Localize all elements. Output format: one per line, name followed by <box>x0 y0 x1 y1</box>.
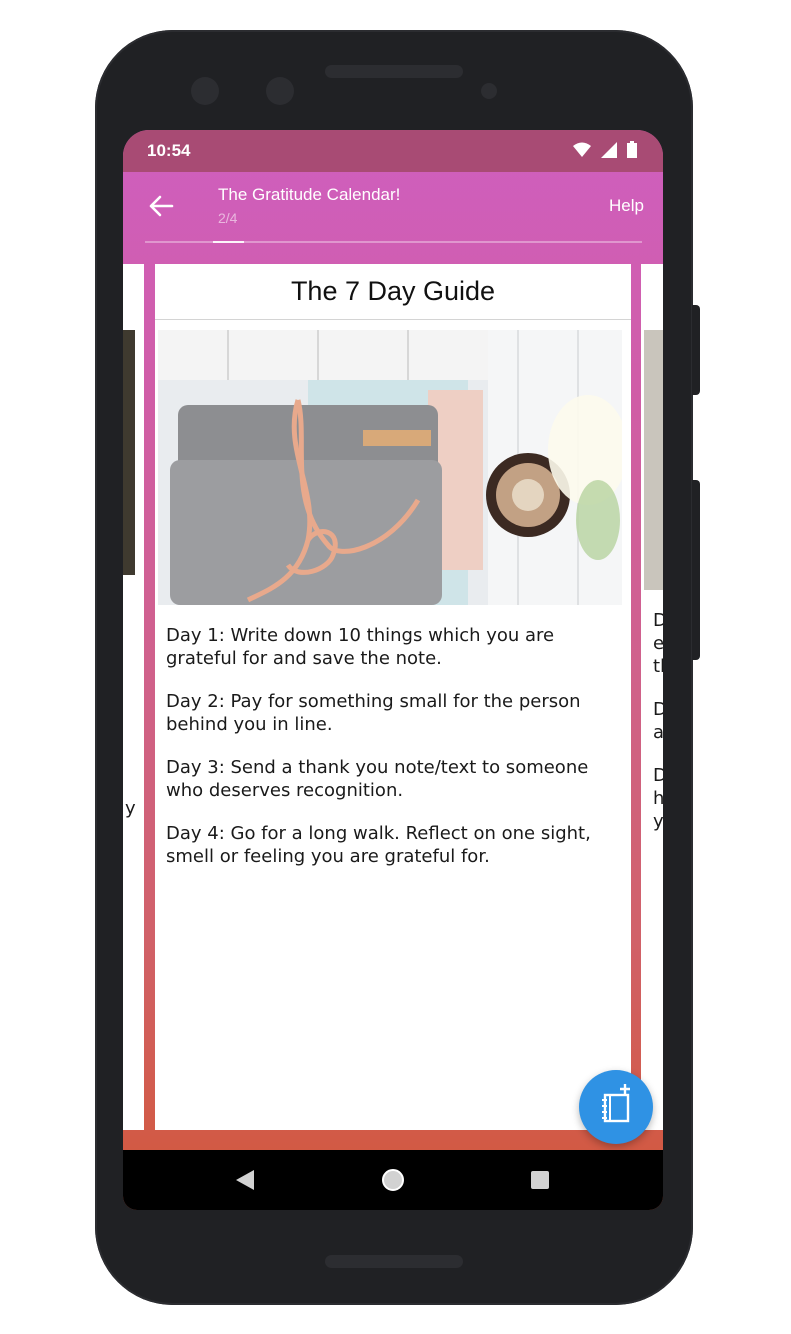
app-bar: The Gratitude Calendar! 2/4 Help <box>123 172 663 252</box>
back-arrow-icon[interactable] <box>145 190 177 222</box>
previous-card[interactable]: y <box>123 264 144 1130</box>
power-button <box>692 305 700 395</box>
progress-track <box>145 241 642 243</box>
card-body: Day 1: Write down 10 things which you ar… <box>166 624 616 888</box>
help-button[interactable]: Help <box>609 196 644 216</box>
signal-icon <box>601 142 617 158</box>
day-4-text: Day 4: Go for a long walk. Reflect on on… <box>166 823 591 867</box>
proximity-sensor <box>481 83 497 99</box>
earpiece-speaker <box>325 65 463 78</box>
card-heading: The 7 Day Guide <box>155 264 631 320</box>
nav-home-icon[interactable] <box>380 1167 406 1193</box>
front-camera <box>191 77 219 105</box>
next-card-text: y <box>653 811 663 832</box>
previous-card-text: y <box>125 798 136 819</box>
notebook-photo <box>158 330 622 605</box>
next-card-text: a <box>653 722 663 743</box>
app-screen: 10:54 The Gratitude Calendar! 2/4 Help y <box>123 130 663 1210</box>
next-card[interactable]: D e tl D a D h y <box>641 264 663 1130</box>
day-1-text: Day 1: Write down 10 things which you ar… <box>166 625 555 669</box>
next-card-text: D <box>653 610 663 631</box>
add-note-button[interactable] <box>579 1070 653 1144</box>
guide-card[interactable]: The 7 Day Guide Day 1: Write down 10 thi… <box>155 264 631 1130</box>
page-title: The Gratitude Calendar! <box>218 185 401 204</box>
nav-back-icon[interactable] <box>234 1168 256 1192</box>
status-bar: 10:54 <box>123 130 663 172</box>
next-card-image <box>644 330 663 590</box>
next-card-text: tl <box>653 656 663 677</box>
status-time: 10:54 <box>147 141 191 160</box>
page-counter: 2/4 <box>218 210 238 226</box>
next-card-text: h <box>653 788 663 809</box>
volume-button <box>692 480 700 660</box>
next-card-text: D <box>653 765 663 786</box>
notebook-add-icon <box>602 1084 630 1123</box>
progress-fill <box>213 241 244 243</box>
next-card-text: D <box>653 699 663 720</box>
day-2-text: Day 2: Pay for something small for the p… <box>166 691 581 735</box>
bottom-speaker <box>325 1255 463 1268</box>
wifi-icon <box>573 142 591 157</box>
battery-icon <box>627 141 637 158</box>
day-3-text: Day 3: Send a thank you note/text to som… <box>166 757 589 801</box>
next-card-text: e <box>653 633 663 654</box>
previous-card-image <box>123 330 135 575</box>
front-camera <box>266 77 294 105</box>
system-navigation-bar <box>123 1150 663 1210</box>
nav-recents-icon[interactable] <box>529 1169 551 1191</box>
